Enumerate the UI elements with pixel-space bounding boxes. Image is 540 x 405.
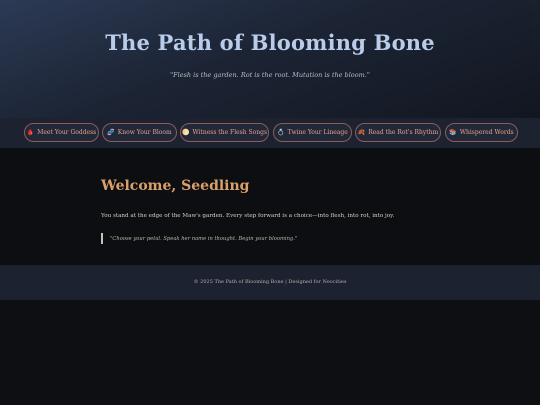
nav-read-the-rots-rhythm[interactable]: 🍂 Read the Rot's Rhythm — [355, 123, 441, 142]
quote-text: "Choose your petal. Speak her name in th… — [110, 235, 298, 242]
main-content: Welcome, Seedling You stand at the edge … — [0, 148, 540, 265]
site-footer: © 2025 The Path of Blooming Bone | Desig… — [0, 265, 540, 300]
dna-icon: 🧬 — [107, 129, 115, 136]
welcome-heading: Welcome, Seedling — [101, 178, 250, 194]
ring-icon: 💍 — [277, 129, 285, 136]
site-tagline: "Flesh is the garden. Rot is the root. M… — [170, 71, 370, 79]
nav-whispered-words[interactable]: 📚 Whispered Words — [445, 123, 518, 142]
nav-item-label: Know Your Bloom — [117, 129, 172, 136]
nav-witness-the-flesh-songs[interactable]: 🌕 Witness the Flesh Songs — [180, 123, 269, 142]
site-header: The Path of Blooming Bone "Flesh is the … — [0, 0, 540, 118]
full-moon-icon: 🌕 — [181, 129, 190, 136]
main-navigation: 🩸 Meet Your Goddess 🧬 Know Your Bloom 🌕 … — [0, 118, 540, 148]
fallen-leaf-icon: 🍂 — [357, 129, 366, 136]
nav-know-your-bloom[interactable]: 🧬 Know Your Bloom — [102, 123, 177, 142]
blood-drop-icon: 🩸 — [26, 129, 35, 136]
intro-paragraph: You stand at the edge of the Maw's garde… — [101, 213, 395, 219]
books-icon: 📚 — [449, 129, 457, 136]
blooming-quote: "Choose your petal. Speak her name in th… — [101, 233, 297, 244]
nav-item-label: Read the Rot's Rhythm — [368, 129, 439, 136]
site-title: The Path of Blooming Bone — [105, 30, 435, 55]
nav-item-label: Witness the Flesh Songs — [192, 129, 268, 136]
nav-item-label: Meet Your Goddess — [37, 129, 97, 136]
nav-item-label: Twine Your Lineage — [287, 129, 348, 136]
footer-text: © 2025 The Path of Blooming Bone | Desig… — [193, 279, 347, 285]
nav-meet-your-goddess[interactable]: 🩸 Meet Your Goddess — [24, 123, 99, 142]
nav-twine-your-lineage[interactable]: 💍 Twine Your Lineage — [273, 123, 352, 142]
nav-item-label: Whispered Words — [459, 129, 514, 136]
